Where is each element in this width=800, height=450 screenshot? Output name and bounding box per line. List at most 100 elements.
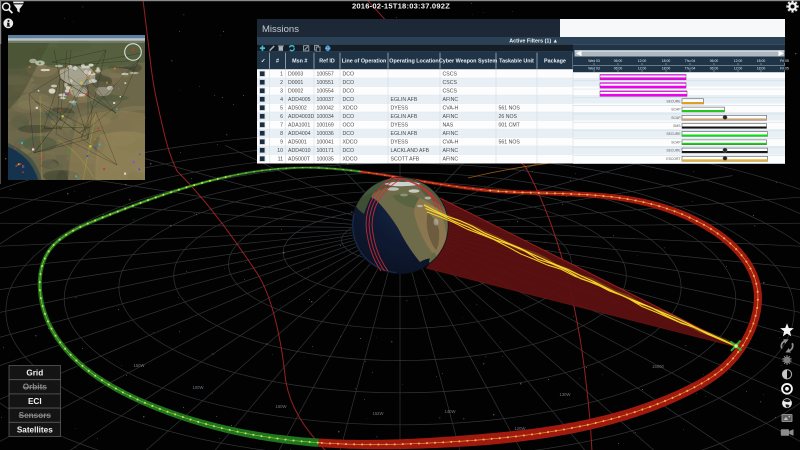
- svg-text:AD5001: AD5001: [288, 140, 307, 146]
- svg-text:DCO: DCO: [343, 72, 355, 78]
- svg-text:AFINC: AFINC: [443, 148, 459, 154]
- svg-text:AFINC: AFINC: [443, 131, 459, 137]
- svg-text:✓: ✓: [261, 59, 266, 65]
- svg-text:Orbits: Orbits: [23, 383, 48, 392]
- svg-text:CVA-H: CVA-H: [443, 106, 459, 112]
- svg-text:XDCO: XDCO: [343, 157, 358, 163]
- svg-text:D0001: D0001: [288, 80, 303, 86]
- svg-text:DCO: DCO: [343, 148, 355, 154]
- svg-text:AD5002: AD5002: [288, 106, 307, 112]
- svg-text:100034: 100034: [317, 114, 334, 120]
- svg-text:CSCS: CSCS: [443, 89, 458, 95]
- svg-text:Fri 05: Fri 05: [780, 59, 789, 63]
- svg-text:130W: 130W: [560, 392, 571, 397]
- svg-text:100037: 100037: [317, 97, 334, 103]
- svg-text:6: 6: [280, 114, 283, 120]
- svg-text:DCO: DCO: [343, 97, 355, 103]
- svg-text:8: 8: [280, 131, 283, 137]
- svg-text:XDCO: XDCO: [343, 106, 358, 112]
- svg-text:100171: 100171: [317, 148, 334, 154]
- svg-text:CSCS: CSCS: [443, 80, 458, 86]
- svg-text:Sensors: Sensors: [19, 411, 52, 420]
- svg-text:561 NOS: 561 NOS: [499, 106, 521, 112]
- svg-text:AFINC: AFINC: [443, 114, 459, 120]
- svg-text:ADA1001: ADA1001: [288, 123, 310, 129]
- svg-text:100036: 100036: [317, 131, 334, 137]
- svg-text:12:00: 12:00: [734, 59, 743, 63]
- svg-text:DCO: DCO: [343, 80, 355, 86]
- svg-text:Msn #: Msn #: [292, 59, 307, 65]
- svg-text:140W: 140W: [445, 409, 456, 414]
- svg-text:ADD4003D: ADD4003D: [288, 114, 314, 120]
- svg-text:18:00: 18:00: [757, 66, 766, 70]
- svg-text:AFINC: AFINC: [443, 97, 459, 103]
- svg-text:Missions: Missions: [262, 24, 299, 35]
- svg-text:D0003: D0003: [288, 72, 303, 78]
- svg-text:#: #: [276, 59, 279, 65]
- svg-text:NAS: NAS: [443, 123, 454, 129]
- svg-text:3: 3: [280, 89, 283, 95]
- svg-text:Grid: Grid: [26, 369, 43, 378]
- svg-text:SCAP: SCAP: [671, 108, 681, 112]
- svg-text:10: 10: [277, 148, 283, 154]
- svg-text:SECURE: SECURE: [666, 149, 681, 153]
- svg-text:OCO: OCO: [343, 123, 355, 129]
- svg-text:Line of Operation: Line of Operation: [342, 59, 387, 65]
- svg-text:7: 7: [280, 123, 283, 129]
- svg-text:06:00: 06:00: [710, 66, 719, 70]
- svg-text:ADD4005: ADD4005: [288, 97, 311, 103]
- svg-text:SMS: SMS: [673, 124, 681, 128]
- svg-text:100042: 100042: [317, 106, 334, 112]
- svg-text:2016-02-15T18:03:37.092Z: 2016-02-15T18:03:37.092Z: [352, 2, 450, 11]
- svg-text:SCAP: SCAP: [671, 116, 681, 120]
- svg-text:100W: 100W: [193, 385, 204, 390]
- svg-text:561 NOS: 561 NOS: [499, 140, 521, 146]
- svg-text:12:00: 12:00: [638, 66, 647, 70]
- svg-text:Satellites: Satellites: [17, 425, 53, 434]
- svg-text:Thu 04: Thu 04: [685, 66, 696, 70]
- svg-text:100035: 100035: [317, 157, 334, 163]
- svg-text:EGLIN AFB: EGLIN AFB: [391, 131, 418, 137]
- svg-text:DCO: DCO: [343, 131, 355, 137]
- svg-text:Active Filters (1) ▲: Active Filters (1) ▲: [509, 38, 558, 44]
- svg-text:SCAP: SCAP: [671, 140, 681, 144]
- svg-text:EGLIN AFB: EGLIN AFB: [391, 97, 418, 103]
- svg-text:001 CMT: 001 CMT: [499, 123, 521, 129]
- svg-text:100551: 100551: [317, 80, 334, 86]
- svg-text:06:00: 06:00: [710, 59, 719, 63]
- svg-text:Wed 03: Wed 03: [588, 59, 600, 63]
- svg-text:Operating Location: Operating Location: [389, 59, 438, 65]
- svg-text:Taskable Unit: Taskable Unit: [499, 59, 534, 65]
- svg-text:100169: 100169: [317, 123, 334, 129]
- svg-text:160W: 160W: [276, 404, 287, 409]
- svg-text:CSCS: CSCS: [443, 72, 458, 78]
- svg-text:1: 1: [280, 72, 283, 78]
- svg-text:AFINC: AFINC: [443, 157, 459, 163]
- svg-text:Thu 04: Thu 04: [685, 59, 696, 63]
- svg-text:Wed 03: Wed 03: [588, 66, 600, 70]
- svg-text:100554: 100554: [317, 89, 334, 95]
- svg-text:18:00: 18:00: [662, 59, 671, 63]
- svg-text:DYESS: DYESS: [391, 106, 409, 112]
- svg-text:AD5000T: AD5000T: [288, 157, 311, 163]
- svg-text:SCOTT AFB: SCOTT AFB: [391, 157, 420, 163]
- svg-text:XDCO: XDCO: [343, 140, 358, 146]
- svg-text:2: 2: [280, 80, 283, 86]
- svg-text:06:00: 06:00: [614, 59, 623, 63]
- svg-text:5: 5: [280, 106, 283, 112]
- svg-text:18:00: 18:00: [662, 66, 671, 70]
- svg-text:9: 9: [280, 140, 283, 146]
- svg-text:ADD4004: ADD4004: [288, 131, 311, 137]
- svg-text:Fri 05: Fri 05: [780, 66, 789, 70]
- svg-text:150W: 150W: [134, 363, 145, 368]
- svg-text:06:00: 06:00: [614, 66, 623, 70]
- svg-text:Package: Package: [544, 59, 566, 65]
- svg-text:18:00: 18:00: [757, 59, 766, 63]
- svg-text:100557: 100557: [317, 72, 334, 78]
- svg-text:Ref ID: Ref ID: [319, 59, 335, 65]
- svg-text:DYESS: DYESS: [391, 123, 409, 129]
- svg-text:CVA-H: CVA-H: [443, 140, 459, 146]
- svg-text:26 NOS: 26 NOS: [499, 114, 518, 120]
- svg-text:15000: 15000: [652, 364, 664, 369]
- svg-text:100041: 100041: [317, 140, 334, 146]
